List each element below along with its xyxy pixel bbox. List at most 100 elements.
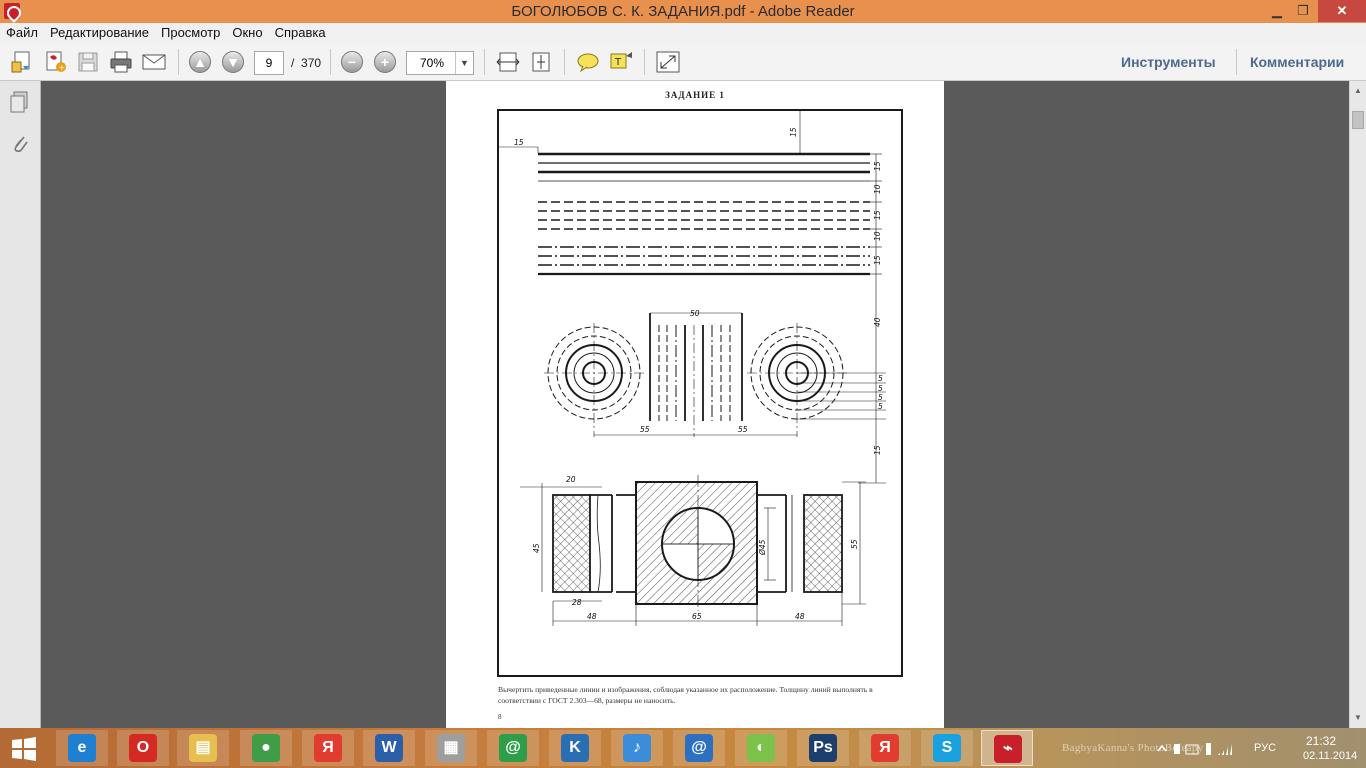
toolbar-separator bbox=[644, 49, 645, 75]
scroll-thumb[interactable] bbox=[1352, 111, 1364, 129]
save-icon[interactable] bbox=[75, 50, 101, 74]
vertical-scrollbar[interactable]: ▲ ▼ bbox=[1349, 81, 1366, 728]
zoom-out-button[interactable]: − bbox=[341, 51, 363, 73]
tray-icons[interactable] bbox=[1156, 741, 1236, 757]
dim-label: 10 bbox=[873, 231, 882, 241]
menu-view[interactable]: Просмотр bbox=[155, 23, 226, 40]
taskbar-app-chrome[interactable]: ● bbox=[240, 730, 292, 766]
page-separator: / bbox=[291, 56, 295, 70]
dim-label: 5 bbox=[878, 393, 883, 402]
dim-label: 48 bbox=[587, 612, 597, 621]
page-total: / 370 bbox=[291, 56, 321, 70]
fit-width-icon[interactable] bbox=[495, 50, 521, 74]
word-icon: W bbox=[375, 734, 403, 762]
page-number-input[interactable]: 9 bbox=[254, 51, 284, 75]
dim-label: 15 bbox=[873, 445, 882, 455]
svg-text:T: T bbox=[614, 57, 622, 68]
file-explorer-icon: ▤ bbox=[189, 734, 217, 762]
skype-icon: S bbox=[933, 734, 961, 762]
taskbar-app-file-explorer[interactable]: ▤ bbox=[177, 730, 229, 766]
comment-icon[interactable] bbox=[575, 50, 601, 74]
toolbar-separator bbox=[484, 49, 485, 75]
dim-label: 15 bbox=[873, 161, 882, 171]
fit-page-icon[interactable] bbox=[528, 50, 554, 74]
close-button[interactable]: ✕ bbox=[1318, 0, 1366, 22]
dim-label: 15 bbox=[514, 138, 524, 147]
archiver-icon: ▦ bbox=[437, 734, 465, 762]
windows-start-icon[interactable] bbox=[10, 737, 38, 761]
taskbar-app-opera[interactable]: O bbox=[117, 730, 169, 766]
taskbar: e O ▤ ● Я W ▦ @ K ♪ @ ◐ Ps Я S ⌁ BagbyaKanna's PhotoBef… bbox=[0, 728, 1366, 768]
zoom-value: 70% bbox=[419, 56, 445, 70]
highlight-icon[interactable]: T bbox=[608, 50, 634, 74]
taskbar-app-mail-ru[interactable]: @ bbox=[673, 730, 725, 766]
taskbar-app-word[interactable]: W bbox=[363, 730, 415, 766]
arrow-up-icon: ▲ bbox=[193, 54, 207, 70]
taskbar-app-archiver[interactable]: ▦ bbox=[425, 730, 477, 766]
chrome-icon: ● bbox=[252, 734, 280, 762]
document-view[interactable]: ЗАДАНИЕ 1 15 15 15 10 15 10 15 40 50 55 … bbox=[41, 81, 1349, 728]
menu-window[interactable]: Окно bbox=[226, 23, 268, 40]
dim-label: 65 bbox=[692, 612, 702, 621]
menu-edit[interactable]: Редактирование bbox=[44, 23, 155, 40]
dim-label: 50 bbox=[690, 309, 700, 318]
taskbar-app-skype[interactable]: S bbox=[921, 730, 973, 766]
previous-page-button[interactable]: ▲ bbox=[189, 51, 211, 73]
email-icon[interactable] bbox=[141, 50, 167, 74]
dim-label: 55 bbox=[850, 539, 859, 549]
taskbar-app-ball-app[interactable]: ◐ bbox=[735, 730, 787, 766]
language-indicator[interactable]: РУС bbox=[1254, 742, 1276, 754]
fullscreen-icon[interactable] bbox=[655, 50, 681, 74]
chevron-down-icon[interactable]: ▼ bbox=[455, 52, 473, 74]
taskbar-app-photoshop[interactable]: Ps bbox=[797, 730, 849, 766]
dim-label: 5 bbox=[878, 374, 883, 383]
dim-label: 10 bbox=[873, 184, 882, 194]
minimize-button[interactable]: ▁ bbox=[1264, 0, 1290, 22]
attachments-icon[interactable] bbox=[9, 132, 31, 156]
scroll-down-icon[interactable]: ▼ bbox=[1350, 710, 1366, 726]
page-number: 8 bbox=[498, 713, 502, 721]
dim-label: 5 bbox=[878, 402, 883, 411]
dim-label: 20 bbox=[566, 475, 576, 484]
next-page-button[interactable]: ▼ bbox=[222, 51, 244, 73]
tools-pane-button[interactable]: Инструменты bbox=[1121, 54, 1216, 70]
page-thumbnails-icon[interactable] bbox=[9, 90, 31, 114]
plus-icon: + bbox=[380, 54, 390, 70]
menu-file[interactable]: Файл bbox=[0, 23, 44, 40]
taskbar-app-internet-explorer[interactable]: e bbox=[56, 730, 108, 766]
scroll-up-icon[interactable]: ▲ bbox=[1350, 83, 1366, 99]
taskbar-app-mail-agent[interactable]: @ bbox=[487, 730, 539, 766]
adobe-reader-icon: ⌁ bbox=[994, 735, 1022, 763]
comments-pane-button[interactable]: Комментарии bbox=[1250, 54, 1344, 70]
page-caption: Вычертить приведенные линии и изображени… bbox=[498, 685, 873, 705]
clock-time[interactable]: 21:32 bbox=[1306, 734, 1336, 748]
toolbar-separator bbox=[564, 49, 565, 75]
pdf-page: ЗАДАНИЕ 1 15 15 15 10 15 10 15 40 50 55 … bbox=[446, 81, 944, 728]
dim-label: 55 bbox=[640, 425, 650, 434]
create-pdf-icon[interactable]: + bbox=[42, 50, 68, 74]
minus-icon: − bbox=[347, 54, 357, 70]
taskbar-app-sound-app[interactable]: ♪ bbox=[611, 730, 663, 766]
photoshop-icon: Ps bbox=[809, 734, 837, 762]
toolbar-separator bbox=[330, 49, 331, 75]
menu-bar: Файл Редактирование Просмотр Окно Справка bbox=[0, 23, 1366, 43]
dim-label: 55 bbox=[738, 425, 748, 434]
clock-date[interactable]: 02.11.2014 bbox=[1303, 750, 1357, 762]
dim-label: 15 bbox=[873, 210, 882, 220]
restore-button[interactable]: ❐ bbox=[1290, 0, 1316, 22]
mail-ru-icon: @ bbox=[685, 734, 713, 762]
print-icon[interactable] bbox=[108, 50, 134, 74]
dim-label: 48 bbox=[795, 612, 805, 621]
dim-label: 28 bbox=[572, 598, 582, 607]
taskbar-app-adobe-reader[interactable]: ⌁ bbox=[981, 730, 1033, 766]
dim-label: 45 bbox=[532, 543, 541, 553]
taskbar-app-yandex-browser[interactable]: Я bbox=[302, 730, 354, 766]
taskbar-app-yandex[interactable]: Я bbox=[859, 730, 911, 766]
menu-help[interactable]: Справка bbox=[269, 23, 332, 40]
toolbar: + ▲ ▼ 9 / 370 − + 70% ▼ T Инструменты Ко… bbox=[0, 43, 1366, 81]
zoom-select[interactable]: 70% ▼ bbox=[406, 51, 474, 75]
zoom-in-button[interactable]: + bbox=[374, 51, 396, 73]
open-icon[interactable] bbox=[9, 50, 35, 74]
arrow-down-icon: ▼ bbox=[226, 54, 240, 70]
taskbar-app-k-app[interactable]: K bbox=[549, 730, 601, 766]
